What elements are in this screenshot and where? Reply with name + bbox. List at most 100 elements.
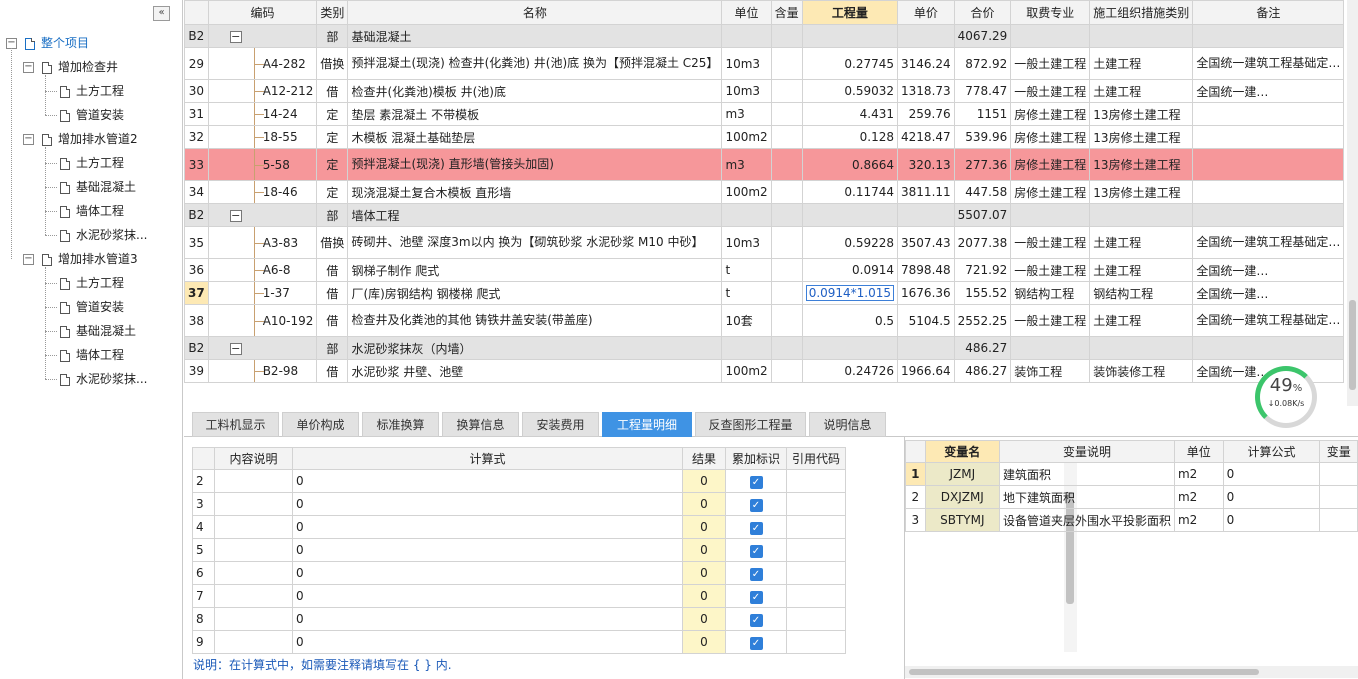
unit-cell[interactable]: m2 (1173, 462, 1224, 486)
cell-measure[interactable]: 13房修土建工程 (1089, 148, 1194, 181)
cell-type[interactable]: 定 (316, 148, 349, 181)
detail-row[interactable]: 6 0 0 ✓ (192, 561, 846, 585)
tab-5[interactable]: 工程量明细 (602, 412, 692, 437)
cell-type[interactable]: 部 (316, 24, 349, 48)
variable-cell[interactable] (1319, 462, 1358, 486)
quota-row[interactable]: 36 A6-8 借钢梯子制作 爬式 t 0.0914 7898.48 721.92 一般土建工… (184, 258, 1345, 282)
content-description-cell[interactable] (214, 492, 293, 516)
col-header[interactable]: 合价 (953, 0, 1012, 25)
cell-remark[interactable]: 全国统一建… (1192, 281, 1345, 305)
cell-fee[interactable]: 房修土建工程 (1010, 148, 1091, 181)
tab-6[interactable]: 反查图形工程量 (695, 412, 806, 437)
cell-total[interactable]: 539.96 (953, 125, 1012, 149)
quota-row[interactable]: 30 A12-212 借检查井(化粪池)模板 井(池)底 10m3 0.59032 131… (184, 79, 1345, 103)
detail-row[interactable]: 9 0 0 ✓ (192, 630, 846, 654)
formula-cell[interactable]: 0 (292, 515, 683, 539)
collapse-toggle-icon[interactable]: − (23, 62, 34, 73)
cell-content[interactable] (770, 226, 803, 259)
variable-cell[interactable] (1319, 508, 1358, 532)
variables-horizontal-scrollbar[interactable] (905, 666, 1358, 678)
collapse-section-icon[interactable]: − (229, 30, 242, 43)
cell-measure[interactable]: 土建工程 (1089, 47, 1194, 80)
formula-cell[interactable]: 0 (292, 584, 683, 608)
cell-total[interactable]: 277.36 (953, 148, 1012, 181)
cell-type[interactable]: 借 (316, 304, 349, 337)
cell-fee[interactable]: 装饰工程 (1010, 359, 1091, 383)
cell-unit[interactable]: 10套 (721, 304, 772, 337)
cell-qty[interactable]: 0.27745 (801, 47, 899, 80)
cell-measure[interactable]: 13房修土建工程 (1089, 125, 1194, 149)
cell-total[interactable]: 447.58 (953, 180, 1012, 204)
col-header[interactable]: 单位 (721, 0, 772, 25)
cell-fee[interactable]: 房修土建工程 (1010, 102, 1091, 126)
cell-fee[interactable]: 房修土建工程 (1010, 125, 1091, 149)
tab-0[interactable]: 工料机显示 (192, 412, 279, 437)
formula-cell[interactable]: 0 (1222, 485, 1321, 509)
checkbox-checked-icon[interactable]: ✓ (749, 544, 763, 558)
col-header[interactable]: 变量名 (924, 440, 1000, 463)
cell-type[interactable]: 借 (316, 281, 349, 305)
accumulate-cell[interactable]: ✓ (725, 584, 787, 608)
quota-row[interactable]: 35 A3-83 借换 砖砌井、池壁 深度3m以内 换为【砌筑砂浆 水泥砂浆 M10 … (184, 226, 1345, 259)
cell-qty[interactable]: 0.24726 (801, 359, 899, 383)
cell-name[interactable]: 厂(库)房钢结构 钢楼梯 爬式 (347, 281, 723, 305)
cell-unit[interactable]: m3 (721, 148, 772, 181)
cell-code[interactable]: B2-98 (207, 359, 318, 383)
quota-row[interactable]: 39 B2-98 借水泥砂浆 井壁、池壁 100m2 0.24726 1966.64 486… (184, 359, 1345, 383)
cell-price[interactable]: 3811.11 (897, 180, 955, 204)
accumulate-cell[interactable]: ✓ (725, 630, 787, 654)
cell-total[interactable]: 155.52 (953, 281, 1012, 305)
tree-item[interactable]: 基础混凝土 (60, 177, 136, 197)
reference-code-cell[interactable] (786, 469, 846, 493)
variable-name-cell[interactable]: JZMJ (924, 462, 1000, 486)
cell-qty[interactable]: 0.11744 (801, 180, 899, 204)
cell-total[interactable]: 1151 (953, 102, 1012, 126)
cell-unit[interactable]: m3 (721, 102, 772, 126)
reference-code-cell[interactable] (786, 630, 846, 654)
cell-remark[interactable] (1192, 102, 1345, 126)
checkbox-checked-icon[interactable]: ✓ (749, 475, 763, 489)
cell-fee[interactable]: 一般土建工程 (1010, 258, 1091, 282)
cell-code[interactable]: 18-46 (207, 180, 318, 204)
detail-row[interactable]: 4 0 0 ✓ (192, 515, 846, 539)
cell-fee[interactable]: 一般土建工程 (1010, 79, 1091, 103)
cell-name[interactable]: 垫层 素混凝土 不带模板 (347, 102, 723, 126)
cell-price[interactable]: 259.76 (897, 102, 955, 126)
cell-fee[interactable]: 一般土建工程 (1010, 304, 1091, 337)
variable-name-cell[interactable]: DXJZMJ (924, 485, 1000, 509)
cell-unit[interactable]: 100m2 (721, 180, 772, 204)
cell-remark[interactable] (1192, 24, 1345, 48)
cell-type[interactable]: 借换 (316, 226, 349, 259)
col-header[interactable]: 计算式 (292, 447, 683, 470)
formula-cell[interactable]: 0 (292, 607, 683, 631)
tree-item[interactable]: 水泥砂浆抹... (60, 225, 147, 245)
tree-item[interactable]: 土方工程 (60, 81, 124, 101)
cell-code[interactable]: 1-37 (207, 281, 318, 305)
cell-content[interactable] (770, 359, 803, 383)
col-header[interactable]: 内容说明 (214, 447, 293, 470)
quota-row[interactable]: 38 A10-192 借检查井及化粪池的其他 铸铁井盖安装(带盖座) 10套 0.5 51… (184, 304, 1345, 337)
accumulate-cell[interactable]: ✓ (725, 538, 787, 562)
content-description-cell[interactable] (214, 538, 293, 562)
cell-name[interactable]: 水泥砂浆抹灰（内墙） (347, 336, 723, 360)
quota-row[interactable]: B2 − 部墙体工程 5507.07 (184, 203, 1345, 227)
reference-code-cell[interactable] (786, 538, 846, 562)
cell-content[interactable] (770, 180, 803, 204)
cell-code[interactable]: A4-282 (207, 47, 318, 80)
cell-qty[interactable]: 0.59228 (801, 226, 899, 259)
cell-type[interactable]: 借换 (316, 47, 349, 80)
cell-name[interactable]: 检查井(化粪池)模板 井(池)底 (347, 79, 723, 103)
cell-remark[interactable]: 全国统一建… (1192, 79, 1345, 103)
formula-cell[interactable]: 0 (292, 538, 683, 562)
cell-code[interactable]: − (207, 336, 318, 360)
tree-item[interactable]: 土方工程 (60, 153, 124, 173)
formula-cell[interactable]: 0 (1222, 462, 1321, 486)
cell-qty[interactable] (801, 24, 899, 48)
cell-name[interactable]: 钢梯子制作 爬式 (347, 258, 723, 282)
col-header[interactable]: 类别 (316, 0, 349, 25)
cell-type[interactable]: 借 (316, 79, 349, 103)
col-header[interactable]: 取费专业 (1010, 0, 1091, 25)
variable-row[interactable]: 1 JZMJ 建筑面积 m2 0 (905, 462, 1358, 486)
col-header[interactable]: 施工组织措施类别 (1089, 0, 1194, 25)
cell-measure[interactable]: 土建工程 (1089, 304, 1194, 337)
